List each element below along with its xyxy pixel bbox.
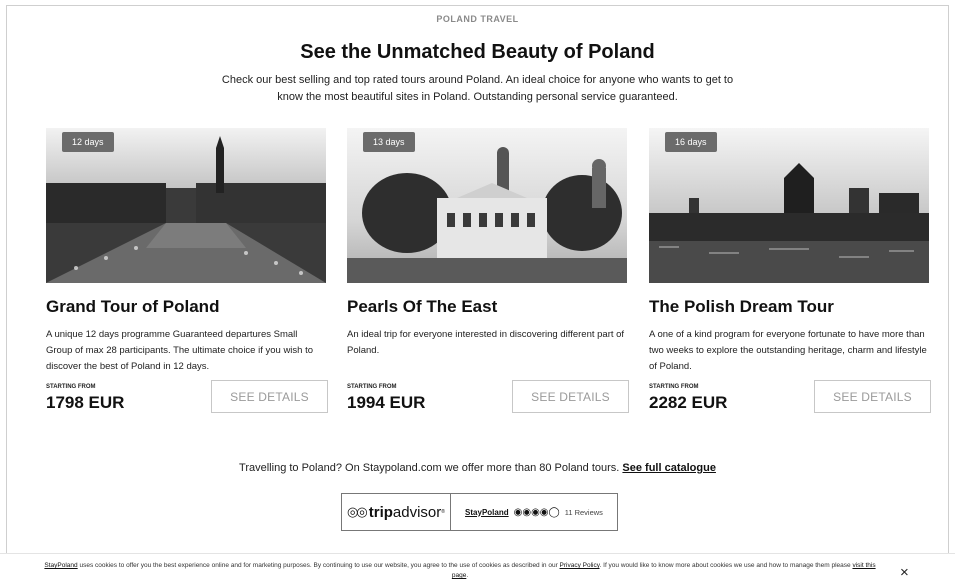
tour-price: 1994 EUR: [347, 393, 426, 412]
price-label: STARTING FROM: [649, 384, 699, 390]
price-row: STARTING FROM 1798 EUR SEE DETAILS: [46, 379, 328, 415]
cookie-site-link[interactable]: StayPoland: [44, 562, 77, 569]
duration-badge: 16 days: [665, 132, 717, 152]
tour-card-grand-tour[interactable]: 12 days Grand Tour of Poland A unique 12…: [46, 128, 328, 415]
intro-text: Check our best selling and top rated tou…: [221, 74, 734, 103]
cookie-banner: StayPoland uses cookies to offer you the…: [0, 553, 955, 587]
tour-photo-krakow[interactable]: 12 days: [46, 128, 326, 283]
tour-card-pearls-east[interactable]: 13 days Pearls Of The East An ideal trip…: [347, 128, 629, 415]
price-row: STARTING FROM 1994 EUR SEE DETAILS: [347, 379, 629, 415]
tour-description: A unique 12 days programme Guaranteed de…: [46, 329, 314, 372]
close-icon[interactable]: ×: [900, 564, 909, 581]
tripadvisor-owl-icon: ◎◎: [347, 504, 368, 519]
see-details-button[interactable]: SEE DETAILS: [512, 380, 629, 413]
review-count[interactable]: 11 Reviews: [565, 508, 603, 517]
tour-title[interactable]: Grand Tour of Poland: [46, 297, 326, 317]
cookie-text: StayPoland uses cookies to offer you the…: [44, 562, 876, 579]
tripadvisor-site-link[interactable]: StayPoland: [465, 508, 509, 517]
section-eyebrow: POLAND TRAVEL: [436, 14, 519, 24]
tour-description: A one of a kind program for everyone for…: [649, 329, 927, 372]
tour-price: 2282 EUR: [649, 393, 728, 412]
see-full-catalogue-link[interactable]: See full catalogue: [622, 462, 716, 474]
duration-badge: 12 days: [62, 132, 114, 152]
page-title: See the Unmatched Beauty of Poland: [300, 41, 655, 63]
tripadvisor-logo[interactable]: ◎◎ trip advisor ®: [342, 494, 451, 530]
catalogue-text: Travelling to Poland? On Staypoland.com …: [239, 462, 623, 474]
see-details-button[interactable]: SEE DETAILS: [211, 380, 328, 413]
price-label: STARTING FROM: [347, 384, 397, 390]
tour-title[interactable]: The Polish Dream Tour: [649, 297, 929, 317]
see-details-button[interactable]: SEE DETAILS: [814, 380, 931, 413]
catalogue-line: Travelling to Poland? On Staypoland.com …: [0, 462, 955, 474]
tour-photo-palace[interactable]: 13 days: [347, 128, 627, 283]
tour-title[interactable]: Pearls Of The East: [347, 297, 627, 317]
tour-photo-gdansk[interactable]: 16 days: [649, 128, 929, 283]
tripadvisor-rating: StayPoland ◉◉◉◉◯ 11 Reviews: [451, 494, 617, 530]
price-label: STARTING FROM: [46, 384, 96, 390]
tour-price: 1798 EUR: [46, 393, 125, 412]
tour-description: An ideal trip for everyone interested in…: [347, 329, 625, 356]
duration-badge: 13 days: [363, 132, 415, 152]
rating-bubbles-icon: ◉◉◉◉◯: [513, 506, 560, 518]
privacy-policy-link[interactable]: Privacy Policy: [560, 562, 600, 569]
tripadvisor-widget[interactable]: ◎◎ trip advisor ® StayPoland ◉◉◉◉◯ 11 Revie…: [341, 493, 618, 531]
tour-card-polish-dream[interactable]: 16 days The Polish Dream Tour A one of a…: [649, 128, 931, 415]
price-row: STARTING FROM 2282 EUR SEE DETAILS: [649, 379, 931, 415]
